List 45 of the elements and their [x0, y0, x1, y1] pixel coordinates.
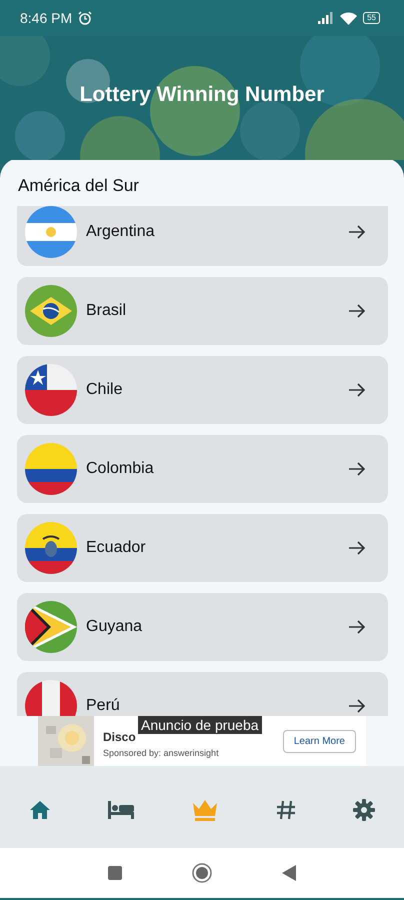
ad-sponsor: Sponsored by: answerinsight [103, 748, 219, 758]
country-item[interactable]: Argentina [17, 206, 388, 266]
country-name: Argentina [86, 223, 156, 241]
battery-icon: 55 [363, 12, 380, 24]
arrow-right-icon [348, 224, 366, 240]
country-item[interactable]: Perú [17, 672, 388, 716]
wifi-icon [340, 12, 358, 24]
arrow-right-icon [348, 303, 366, 319]
flag-icon [25, 601, 77, 653]
flag-icon [25, 285, 77, 337]
learn-more-button[interactable]: Learn More [282, 730, 356, 752]
country-item[interactable]: Chile [17, 356, 388, 424]
back-icon[interactable] [282, 865, 296, 881]
country-item[interactable]: Colombia [17, 435, 388, 503]
ad-banner[interactable]: Disco Sponsored by: answerinsight Learn More Anuncio de prueba [38, 716, 366, 766]
home-button-icon[interactable] [192, 863, 212, 883]
home-icon [28, 800, 51, 820]
country-name: Ecuador [86, 539, 147, 557]
flag-icon [25, 522, 77, 574]
country-name: Brasil [86, 302, 128, 320]
flag-icon [25, 206, 77, 258]
country-name: Colombia [86, 460, 155, 478]
section-title: América del Sur [17, 175, 140, 197]
hash-icon [276, 800, 296, 820]
crown-icon [192, 799, 218, 821]
test-ad-label: Anuncio de prueba [138, 716, 262, 734]
app-title: Lottery Winning Number [80, 83, 324, 107]
country-name: Guyana [86, 618, 144, 636]
ad-headline: Disco [103, 730, 136, 744]
status-time: 8:46 PM [20, 10, 72, 26]
arrow-right-icon [348, 382, 366, 398]
arrow-right-icon [348, 540, 366, 556]
country-item[interactable]: Guyana [17, 593, 388, 661]
country-name: Chile [86, 381, 124, 399]
arrow-right-icon [348, 619, 366, 635]
flag-icon [25, 443, 77, 495]
country-item[interactable]: Ecuador [17, 514, 388, 582]
arrow-right-icon [348, 461, 366, 477]
country-item[interactable]: Brasil [17, 277, 388, 345]
alarm-icon [78, 11, 92, 25]
arrow-right-icon [348, 698, 366, 714]
flag-icon [25, 364, 77, 416]
bed-icon [108, 801, 134, 819]
signal-icon [318, 12, 334, 24]
country-name: Perú [86, 697, 121, 715]
